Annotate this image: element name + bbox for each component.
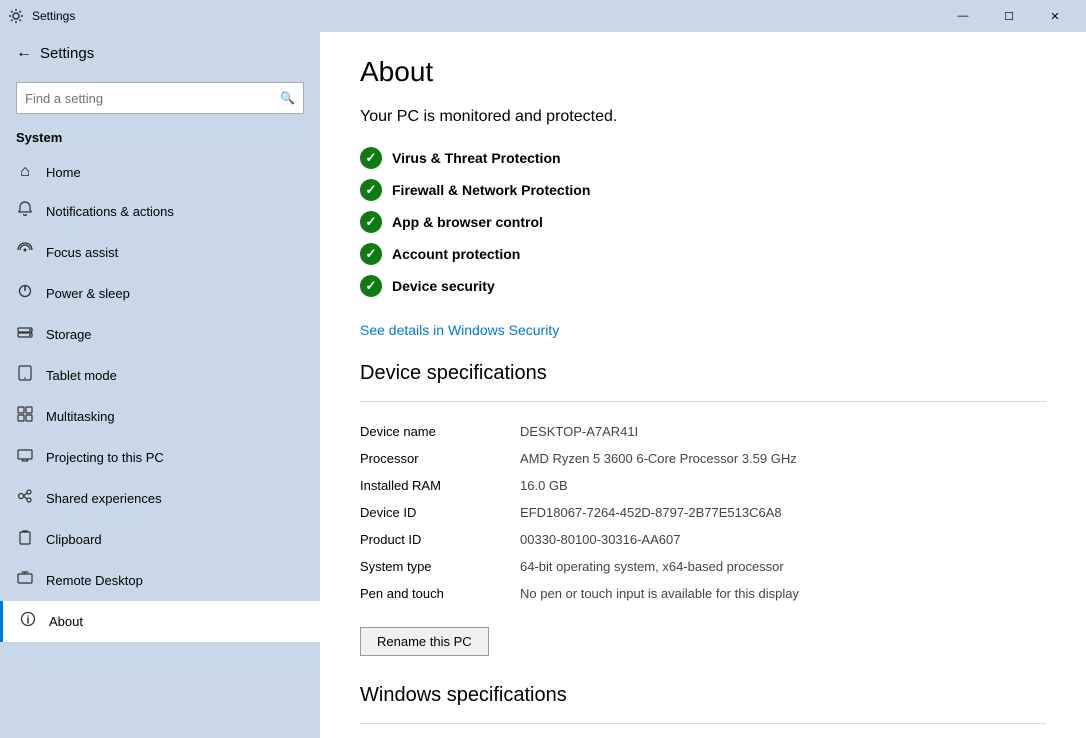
sidebar-item-label: Shared experiences <box>46 491 162 506</box>
spec-label-0: Device name <box>360 418 520 445</box>
spec-label-2: Installed RAM <box>360 472 520 499</box>
spec-row: Device name DESKTOP-A7AR41I <box>360 418 1046 445</box>
spec-row: Processor AMD Ryzen 5 3600 6-Core Proces… <box>360 445 1046 472</box>
search-icon: 🔍 <box>280 91 295 105</box>
sidebar-item-label: Clipboard <box>46 532 102 547</box>
sidebar-item-tablet[interactable]: Tablet mode <box>0 355 320 396</box>
sidebar-item-label: Power & sleep <box>46 286 130 301</box>
spec-label-4: Product ID <box>360 526 520 553</box>
sidebar-item-remote[interactable]: Remote Desktop <box>0 560 320 601</box>
spec-value-3: EFD18067-7264-452D-8797-2B77E513C6A8 <box>520 499 1046 526</box>
sidebar-item-label: Notifications & actions <box>46 204 174 219</box>
check-icon-1 <box>360 179 382 201</box>
check-icon-0 <box>360 147 382 169</box>
protection-label-2: App & browser control <box>392 214 543 230</box>
sidebar-item-label: Multitasking <box>46 409 115 424</box>
divider-1 <box>360 401 1046 402</box>
spec-value-5: 64-bit operating system, x64-based proce… <box>520 553 1046 580</box>
sidebar-item-label: Focus assist <box>46 245 118 260</box>
spec-row: Product ID 00330-80100-30316-AA607 <box>360 526 1046 553</box>
page-title: About <box>360 56 1046 88</box>
shared-icon <box>16 488 34 509</box>
spec-label-6: Pen and touch <box>360 580 520 607</box>
check-icon-3 <box>360 243 382 265</box>
back-icon: ← <box>16 44 32 62</box>
spec-row: Device ID EFD18067-7264-452D-8797-2B77E5… <box>360 499 1046 526</box>
spec-value-1: AMD Ryzen 5 3600 6-Core Processor 3.59 G… <box>520 445 1046 472</box>
window-controls: — ☐ ✕ <box>940 0 1078 32</box>
app-title: Settings <box>32 9 940 23</box>
settings-icon <box>8 8 24 24</box>
sidebar-item-label: Home <box>46 165 81 180</box>
home-icon: ⌂ <box>16 163 34 181</box>
sidebar-item-projecting[interactable]: Projecting to this PC <box>0 437 320 478</box>
projecting-icon <box>16 447 34 468</box>
protection-label-3: Account protection <box>392 246 520 262</box>
sidebar-app-title: Settings <box>40 45 94 62</box>
main-content: About Your PC is monitored and protected… <box>320 32 1086 738</box>
protection-item: App & browser control <box>360 206 1046 238</box>
search-box[interactable]: 🔍 <box>16 82 304 114</box>
divider-2 <box>360 723 1046 724</box>
sidebar-item-label: Projecting to this PC <box>46 450 164 465</box>
spec-label-5: System type <box>360 553 520 580</box>
check-icon-4 <box>360 275 382 297</box>
sidebar-item-home[interactable]: ⌂ Home <box>0 153 320 191</box>
about-icon <box>19 611 37 632</box>
sidebar-item-shared[interactable]: Shared experiences <box>0 478 320 519</box>
spec-row: Installed RAM 16.0 GB <box>360 472 1046 499</box>
titlebar: Settings — ☐ ✕ <box>0 0 1086 32</box>
spec-label-3: Device ID <box>360 499 520 526</box>
storage-icon <box>16 324 34 345</box>
remote-icon <box>16 570 34 591</box>
protection-item: Firewall & Network Protection <box>360 174 1046 206</box>
sidebar-item-multitasking[interactable]: Multitasking <box>0 396 320 437</box>
sidebar-item-label: Storage <box>46 327 92 342</box>
security-link[interactable]: See details in Windows Security <box>360 322 559 338</box>
back-button[interactable]: ← Settings <box>0 32 320 74</box>
protection-label-4: Device security <box>392 278 495 294</box>
multitasking-icon <box>16 406 34 427</box>
sidebar-item-power[interactable]: Power & sleep <box>0 273 320 314</box>
power-icon <box>16 283 34 304</box>
sidebar-item-notifications[interactable]: Notifications & actions <box>0 191 320 232</box>
sidebar-item-label: About <box>49 614 83 629</box>
sidebar-item-clipboard[interactable]: Clipboard <box>0 519 320 560</box>
spec-value-4: 00330-80100-30316-AA607 <box>520 526 1046 553</box>
protection-item: Account protection <box>360 238 1046 270</box>
sidebar-item-storage[interactable]: Storage <box>0 314 320 355</box>
protection-item: Device security <box>360 270 1046 302</box>
focus-icon <box>16 242 34 263</box>
protection-item: Virus & Threat Protection <box>360 142 1046 174</box>
notifications-icon <box>16 201 34 222</box>
protection-status: Your PC is monitored and protected. <box>360 108 1046 126</box>
protection-label-1: Firewall & Network Protection <box>392 182 590 198</box>
spec-row: Pen and touch No pen or touch input is a… <box>360 580 1046 607</box>
check-icon-2 <box>360 211 382 233</box>
spec-value-6: No pen or touch input is available for t… <box>520 580 1046 607</box>
windows-spec-heading: Windows specifications <box>360 684 1046 707</box>
protection-list: Virus & Threat Protection Firewall & Net… <box>360 142 1046 302</box>
close-button[interactable]: ✕ <box>1032 0 1078 32</box>
sidebar: ← Settings 🔍 System ⌂ Home Notifications… <box>0 32 320 738</box>
sidebar-section-title: System <box>0 126 320 153</box>
search-input[interactable] <box>25 91 274 106</box>
spec-row: System type 64-bit operating system, x64… <box>360 553 1046 580</box>
sidebar-item-label: Remote Desktop <box>46 573 143 588</box>
protection-label-0: Virus & Threat Protection <box>392 150 561 166</box>
app-body: ← Settings 🔍 System ⌂ Home Notifications… <box>0 32 1086 738</box>
sidebar-item-focus[interactable]: Focus assist <box>0 232 320 273</box>
sidebar-item-about[interactable]: About <box>0 601 320 642</box>
tablet-icon <box>16 365 34 386</box>
maximize-button[interactable]: ☐ <box>986 0 1032 32</box>
rename-pc-button[interactable]: Rename this PC <box>360 627 489 656</box>
device-spec-table: Device name DESKTOP-A7AR41I Processor AM… <box>360 418 1046 607</box>
sidebar-item-label: Tablet mode <box>46 368 117 383</box>
spec-label-1: Processor <box>360 445 520 472</box>
clipboard-icon <box>16 529 34 550</box>
device-spec-heading: Device specifications <box>360 362 1046 385</box>
minimize-button[interactable]: — <box>940 0 986 32</box>
spec-value-0: DESKTOP-A7AR41I <box>520 418 1046 445</box>
spec-value-2: 16.0 GB <box>520 472 1046 499</box>
